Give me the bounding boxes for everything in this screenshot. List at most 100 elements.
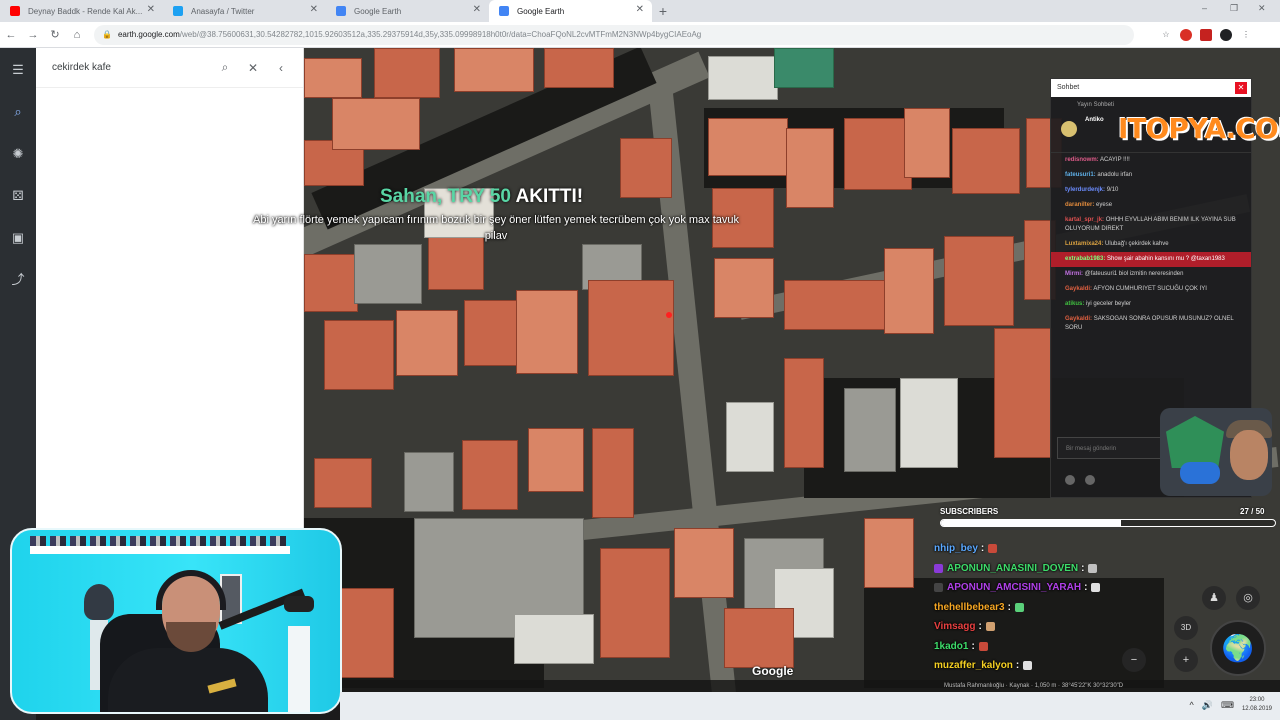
chat-username[interactable]: kartal_spr_jk:: [1065, 217, 1104, 223]
bookmark-star-icon[interactable]: ☆: [1160, 29, 1172, 41]
emoji-icon[interactable]: [1085, 475, 1095, 485]
clock[interactable]: 23:00 12.08.2019: [1242, 696, 1272, 714]
chat-text: @fateusuri1 biol izmitin nereresinden: [1084, 271, 1184, 277]
rooftop: [786, 128, 834, 208]
windows-taskbar: ^ 🔊 ⌨ 23:00 12.08.2019: [340, 692, 1280, 720]
rooftop: [708, 118, 788, 176]
chat-message: atikus: iyi geceler beyler: [1051, 297, 1251, 312]
tab-favicon-icon: [10, 6, 20, 16]
sub-badge-icon: [934, 583, 943, 593]
browser-tab[interactable]: Deynay Baddk - Rende Kal Ak... ✕: [0, 0, 163, 22]
chat-username[interactable]: extrabab1983:: [1065, 256, 1105, 262]
more-menu-icon[interactable]: ⋮: [1240, 29, 1252, 41]
tab-favicon-icon: [336, 6, 346, 16]
rooftop: [726, 402, 774, 472]
feeling-lucky-icon[interactable]: ⚄: [10, 188, 26, 204]
chat-username[interactable]: fateusuri1:: [1065, 172, 1096, 178]
browser-tab[interactable]: Google Earth ✕: [489, 0, 652, 22]
close-tab-icon[interactable]: ✕: [147, 4, 155, 15]
rooftop: [952, 128, 1020, 194]
close-tab-icon[interactable]: ✕: [473, 4, 481, 15]
subscriber-goal-label: SUBSCRIBERS: [940, 507, 999, 516]
maximize-icon[interactable]: ❐: [1230, 3, 1238, 14]
share-icon[interactable]: ⤴: [10, 272, 26, 288]
chat-username[interactable]: Gaykaldi:: [1065, 286, 1092, 292]
extension-icon[interactable]: [1180, 28, 1192, 41]
emote-icon: [1088, 563, 1098, 573]
extension-icons: ☆ ⋮: [1160, 28, 1252, 41]
emote-icon: [1014, 602, 1024, 612]
subscriber-entry: Vimsagg:: [934, 617, 1234, 637]
tab-favicon-icon: [173, 6, 183, 16]
extension-icon[interactable]: [1200, 28, 1212, 41]
location-pin[interactable]: [666, 312, 672, 318]
home-icon[interactable]: ⌂: [66, 29, 88, 41]
chat-message: Gaykaldi: AFYON CUMHURIYET SUCUĞU ÇOK IY…: [1051, 282, 1251, 297]
show-hidden-icons-icon[interactable]: ^: [1190, 700, 1194, 710]
collapse-panel-icon[interactable]: ‹: [271, 61, 291, 75]
chat-message: extrabab1983: Show şair abahin kansını m…: [1051, 252, 1251, 267]
close-window-icon[interactable]: ✕: [1258, 3, 1266, 14]
webcam-overlay: [10, 528, 342, 714]
browser-tab[interactable]: Google Earth ✕: [326, 0, 489, 22]
chat-username[interactable]: Luxtamixa24:: [1065, 241, 1103, 247]
reload-icon[interactable]: ↻: [44, 28, 66, 41]
minimize-icon[interactable]: –: [1202, 3, 1207, 13]
chat-text: 9/10: [1106, 187, 1119, 193]
donation-message: Abi yarın flörte yemek yapıcam fırınım b…: [252, 214, 740, 242]
separator: :: [980, 543, 985, 555]
column: [288, 626, 310, 712]
subscriber-entry: APONUN_AMCISINI_YARAH:: [934, 578, 1234, 598]
rooftop: [314, 458, 372, 508]
subscriber-entry: thehellbebear3:: [934, 598, 1234, 618]
chat-text: anadolu irfan: [1097, 172, 1133, 178]
search-input[interactable]: cekirdek kafe: [52, 62, 207, 73]
microphone: [284, 596, 314, 612]
volume-icon[interactable]: 🔊: [1202, 700, 1213, 711]
back-icon[interactable]: ←: [0, 29, 22, 41]
settings-icon[interactable]: [1065, 475, 1075, 485]
separator: :: [978, 621, 982, 633]
clock-time: 23:00: [1249, 697, 1265, 703]
rooftop: [462, 440, 518, 510]
profile-avatar-icon[interactable]: [1220, 28, 1232, 41]
chat-username[interactable]: tylerdurdenjk:: [1065, 187, 1105, 193]
rooftop: [304, 254, 358, 312]
emote-icon: [985, 622, 995, 632]
menu-icon[interactable]: ☰: [10, 62, 26, 78]
projects-icon[interactable]: ▣: [10, 230, 26, 246]
chat-username[interactable]: Mirmi:: [1065, 271, 1083, 277]
chat-username[interactable]: redisnowm:: [1065, 157, 1099, 163]
rooftop: [784, 280, 894, 330]
chat-username[interactable]: Gaykaldi:: [1065, 316, 1092, 322]
rooftop: [904, 108, 950, 178]
rooftop: [784, 358, 824, 468]
close-chat-icon[interactable]: ✕: [1235, 82, 1247, 94]
chat-message: daranilter: eyese: [1051, 198, 1251, 213]
chat-message: Luxtamixa24: Ulubağ'ı çekirdek kahve: [1051, 237, 1251, 252]
search-submit-icon[interactable]: ⌕: [215, 60, 235, 75]
rooftop: [404, 452, 454, 512]
voyager-icon[interactable]: ✺: [10, 146, 26, 162]
address-bar[interactable]: 🔒 earth.google.com /web/@38.75600631,30.…: [94, 24, 1134, 45]
chat-username[interactable]: daranilter:: [1065, 202, 1094, 208]
rooftop: [844, 118, 912, 190]
recent-subscribers-list: nhip_bey: APONUN_ANASINI_DOVEN: APONUN_AMC…: [934, 539, 1234, 676]
clear-search-icon[interactable]: ✕: [243, 61, 263, 75]
rooftop: [620, 138, 672, 198]
subscriber-entry: 1kado1:: [934, 637, 1234, 657]
browser-tab[interactable]: Anasayfa / Twitter ✕: [163, 0, 326, 22]
rooftop: [528, 428, 584, 492]
forward-icon[interactable]: →: [22, 29, 44, 41]
subscriber-name: nhip_bey: [934, 543, 978, 555]
subscriber-entry: nhip_bey:: [934, 539, 1234, 559]
new-tab-button[interactable]: +: [652, 0, 674, 22]
close-tab-icon[interactable]: ✕: [310, 4, 318, 15]
search-icon[interactable]: ⌕: [10, 104, 26, 120]
emote-icon: [988, 544, 998, 554]
bust-statue: [84, 584, 114, 620]
chat-username[interactable]: atikus:: [1065, 301, 1084, 307]
close-tab-icon[interactable]: ✕: [636, 4, 644, 15]
network-icon[interactable]: ⌨: [1221, 700, 1234, 711]
my-location-icon[interactable]: ◎: [1236, 586, 1260, 610]
